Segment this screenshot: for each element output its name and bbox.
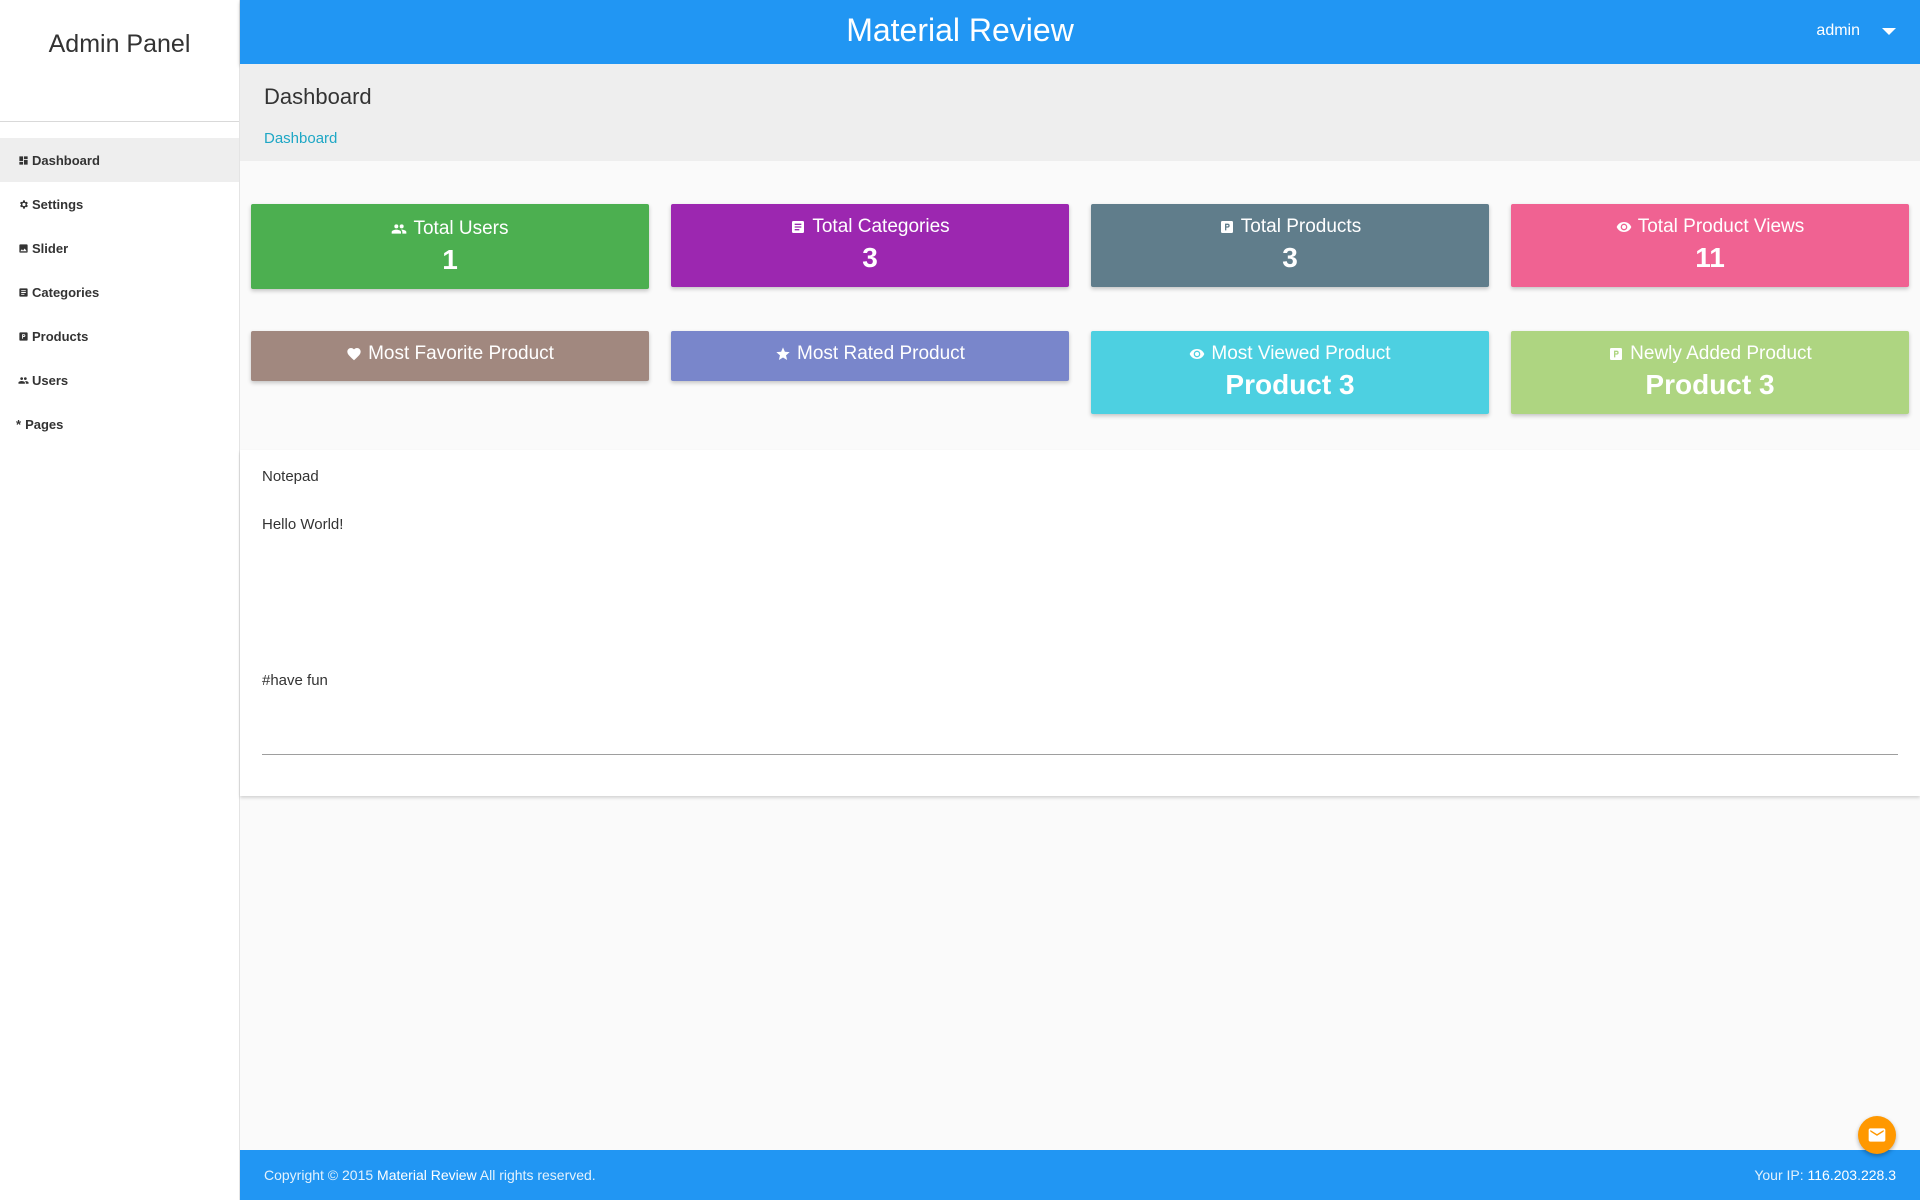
notepad-panel: Notepad Hello World! #have fun	[240, 450, 1920, 796]
brand-title: Admin Panel	[0, 0, 239, 122]
footer: Copyright © 2015 Material Review All rig…	[240, 1150, 1920, 1200]
notepad-label: Notepad	[262, 468, 319, 485]
users-icon	[16, 373, 30, 387]
user-menu[interactable]: admin	[1816, 22, 1896, 40]
copyright-suffix: All rights reserved.	[479, 1167, 596, 1183]
image-icon	[16, 241, 30, 255]
ip-display: Your IP: 116.203.228.3	[1754, 1167, 1896, 1183]
sidebar-item-label: Pages	[25, 416, 64, 432]
sidebar-item-label: Categories	[32, 284, 100, 300]
product-icon	[16, 329, 30, 343]
users-icon	[392, 224, 407, 234]
stat-card-total-products[interactable]: Total Products 3	[1091, 204, 1489, 287]
highlight-card-most-viewed[interactable]: Most Viewed Product Product 3	[1091, 331, 1489, 414]
sidebar-item-slider[interactable]: Slider	[0, 226, 239, 270]
dashboard-icon	[16, 153, 30, 167]
stat-value: 3	[1282, 242, 1298, 273]
stat-value: 11	[1695, 242, 1725, 273]
sidebar-item-label: Users	[32, 372, 69, 388]
asterisk-icon: *	[16, 416, 22, 432]
breadcrumb-dashboard[interactable]: Dashboard	[264, 130, 337, 147]
stat-label: Total Categories	[812, 216, 950, 237]
stat-value: 3	[862, 242, 878, 273]
sidebar-item-dashboard[interactable]: Dashboard	[0, 138, 239, 182]
stat-label: Total Product Views	[1637, 216, 1805, 237]
product-icon	[1610, 348, 1623, 360]
highlight-value: Product 3	[1645, 369, 1775, 400]
stat-label: Total Users	[413, 218, 509, 239]
highlight-card-most-rated[interactable]: Most Rated Product	[671, 331, 1069, 381]
footer-brand-link[interactable]: Material Review	[377, 1167, 477, 1183]
gear-icon	[16, 197, 30, 211]
sidebar-item-products[interactable]: Products	[0, 314, 239, 358]
highlight-card-newly-added[interactable]: Newly Added Product Product 3	[1511, 331, 1909, 414]
highlight-label: Most Rated Product	[797, 343, 965, 364]
heart-icon	[347, 348, 361, 361]
sidebar-item-pages[interactable]: * Pages	[0, 402, 239, 446]
copyright-prefix: Copyright © 2015	[264, 1167, 374, 1183]
star-icon	[776, 347, 790, 360]
sidebar-item-settings[interactable]: Settings	[0, 182, 239, 226]
top-bar: Material Review admin	[240, 0, 1920, 64]
stat-card-total-users[interactable]: Total Users 1	[251, 204, 649, 289]
app-title: Material Review	[846, 12, 1074, 48]
notepad-underline	[262, 754, 1898, 755]
page-header: Dashboard Dashboard	[240, 64, 1920, 161]
user-name: admin	[1816, 22, 1860, 39]
page-title: Dashboard	[264, 84, 372, 109]
eye-icon	[1190, 349, 1205, 359]
mail-fab-button[interactable]	[1858, 1116, 1896, 1154]
category-icon	[16, 285, 30, 299]
ip-value: 116.203.228.3	[1807, 1167, 1897, 1183]
stat-label: Total Products	[1240, 216, 1362, 237]
sidebar-item-label: Settings	[32, 196, 84, 212]
mail-icon	[1868, 1128, 1886, 1142]
sidebar-nav: Dashboard Settings Slider Categories Pro…	[0, 138, 239, 446]
sidebar-item-users[interactable]: Users	[0, 358, 239, 402]
highlight-card-most-favorite[interactable]: Most Favorite Product	[251, 331, 649, 381]
eye-icon	[1616, 222, 1632, 232]
sidebar-item-label: Dashboard	[32, 152, 100, 168]
highlight-label: Most Favorite Product	[368, 343, 554, 364]
stat-value: 1	[442, 244, 458, 275]
sidebar-item-label: Slider	[32, 240, 69, 256]
highlight-label: Most Viewed Product	[1211, 343, 1391, 364]
ip-label: Your IP:	[1754, 1167, 1804, 1183]
product-icon	[1220, 221, 1233, 233]
notepad-textarea[interactable]: Hello World! #have fun	[262, 515, 1898, 715]
copyright: Copyright © 2015 Material Review All rig…	[264, 1167, 596, 1183]
sidebar-item-categories[interactable]: Categories	[0, 270, 239, 314]
highlight-value: Product 3	[1225, 369, 1355, 400]
stat-card-total-categories[interactable]: Total Categories 3	[671, 204, 1069, 287]
sidebar: Admin Panel Dashboard Settings Slider Ca…	[0, 0, 240, 1200]
stat-card-total-product-views[interactable]: Total Product Views 11	[1511, 204, 1909, 287]
caret-down-icon	[1882, 27, 1896, 35]
category-icon	[792, 221, 805, 233]
sidebar-item-label: Products	[32, 328, 89, 344]
highlight-label: Newly Added Product	[1630, 343, 1812, 364]
